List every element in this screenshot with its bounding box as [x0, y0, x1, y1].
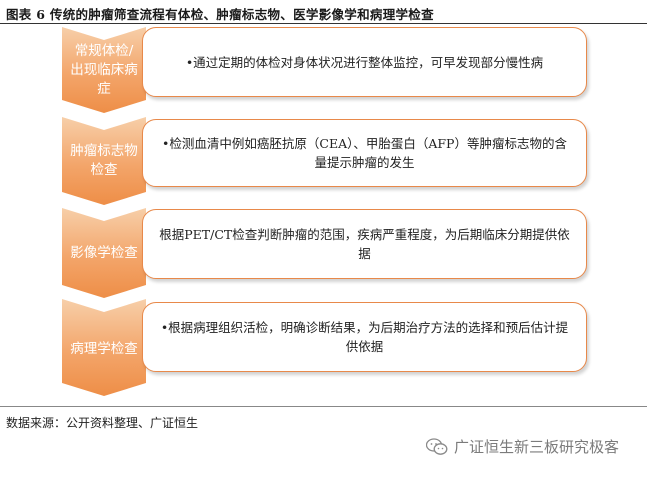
- step-description-1: •通过定期的体检对身体状况进行整体监控，可早发现部分慢性病: [185, 54, 544, 70]
- source-note: 数据来源：公开资料整理、广证恒生: [6, 416, 199, 430]
- step-box-2: •检测血清中例如癌胚抗原（CEA）、甲胎蛋白（AFP）等肿瘤标志物的含量提示肿瘤…: [142, 119, 587, 187]
- step-box-1: •通过定期的体检对身体状况进行整体监控，可早发现部分慢性病: [142, 27, 587, 97]
- figure-title: 图表 6 传统的肿瘤筛查流程有体检、肿瘤标志物、医学影像学和病理学检查: [6, 7, 434, 22]
- stage-label-2: 肿瘤标志物检查: [70, 143, 138, 178]
- stage-label-3: 影像学检查: [70, 244, 138, 261]
- title-rule: [0, 23, 647, 24]
- step-description-2: •检测血清中例如癌胚抗原（CEA）、甲胎蛋白（AFP）等肿瘤标志物的含量提示肿瘤…: [162, 136, 567, 170]
- step-description-4: •根据病理组织活检，明确诊断结果，为后期治疗方法的选择和预后估计提供依据: [160, 320, 569, 354]
- stage-label-1: 常规体检/出现临床病症: [70, 42, 138, 97]
- stage-label-4: 病理学检查: [70, 340, 138, 357]
- step-description-3: 根据PET/CT检查判断肿瘤的范围，疾病严重程度，为后期临床分期提供依据: [159, 227, 570, 261]
- step-box-3: 根据PET/CT检查判断肿瘤的范围，疾病严重程度，为后期临床分期提供依据: [142, 209, 587, 279]
- watermark: 广证恒生新三板研究极客: [426, 436, 619, 457]
- source-rule: [0, 406, 647, 407]
- watermark-text: 广证恒生新三板研究极客: [454, 438, 620, 456]
- step-box-4: •根据病理组织活检，明确诊断结果，为后期治疗方法的选择和预后估计提供依据: [142, 302, 587, 372]
- wechat-icon: [426, 437, 448, 456]
